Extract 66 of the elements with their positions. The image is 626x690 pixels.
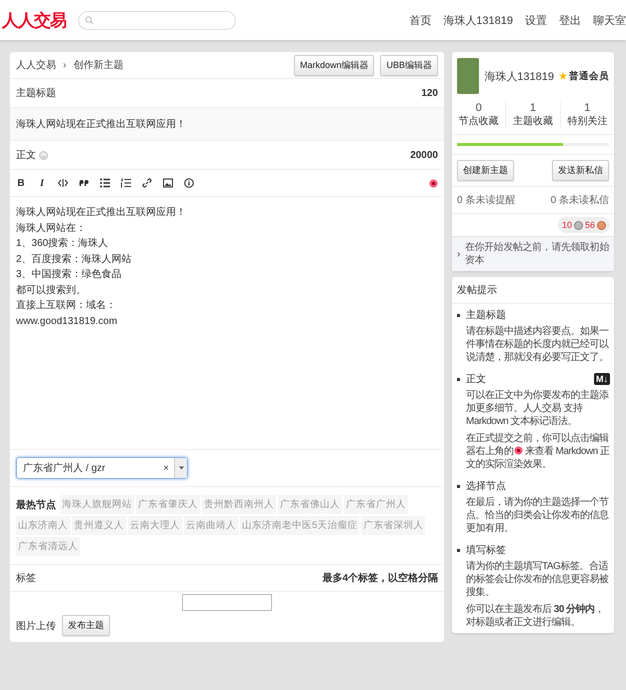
markdown-badge: M↓ xyxy=(594,373,610,385)
breadcrumb-item: 创作新主题 xyxy=(73,58,124,72)
breadcrumb-item[interactable]: 人人交易 xyxy=(16,58,56,72)
breadcrumb-separator: › xyxy=(63,60,66,70)
stat-count[interactable]: 0 xyxy=(476,102,482,114)
quote-icon[interactable] xyxy=(79,178,89,188)
tip-text: 在正式提交之前，你可以点击编辑器右上角的 来查看 Markdown 正文的实际渲染效果。 xyxy=(466,432,610,471)
bold-button[interactable]: B xyxy=(16,178,26,188)
tips-title: 发帖提示 xyxy=(452,277,614,304)
star-icon xyxy=(559,72,567,80)
tip-heading: 主题标题 xyxy=(466,308,506,322)
stat-count[interactable]: 1 xyxy=(530,102,536,114)
italic-button[interactable]: I xyxy=(37,178,47,188)
unread-count[interactable]: 0 条未读提醒 xyxy=(457,193,516,207)
field-label: 正文 xyxy=(16,148,36,162)
editor-switch-button[interactable]: UBB编辑器 xyxy=(380,54,438,76)
code-icon[interactable] xyxy=(58,178,68,188)
action-button[interactable]: 发送新私信 xyxy=(552,160,609,181)
tip-text: 可以在正文中为你要发布的主题添加更多细节。人人交易 支持 Markdown 文本标记语法。 xyxy=(466,389,610,428)
coin-icon xyxy=(597,220,606,230)
search-field[interactable] xyxy=(78,10,236,30)
editor-switch-button[interactable]: Markdown编辑器 xyxy=(294,54,374,76)
coin-icon xyxy=(574,220,583,230)
char-count: 20000 xyxy=(410,150,438,160)
tip-heading: 选择节点 xyxy=(466,480,506,493)
char-count: 120 xyxy=(421,88,438,98)
search-icon xyxy=(85,16,94,24)
info-icon[interactable] xyxy=(184,178,194,188)
tip-text: 在最后，请为你的主题选择一个节点。恰当的归类会让你发布的信息更加有用。 xyxy=(466,496,610,535)
bullet-list-icon[interactable] xyxy=(100,178,110,188)
tags-input[interactable] xyxy=(182,594,272,611)
tip-heading: 正文 xyxy=(466,372,486,386)
username[interactable]: 海珠人131819 xyxy=(484,68,554,84)
submit-button[interactable]: 发布主题 xyxy=(62,615,110,636)
tip-text: 你可以在主题发布后 30 分钟内，对标题或者正文进行编辑。 xyxy=(466,603,606,629)
tip-heading: 填写标签 xyxy=(466,544,506,557)
node-select[interactable]: 广东省广州人 / gzr × xyxy=(16,457,188,479)
nav-link[interactable]: 设置 xyxy=(525,12,547,28)
nav-link[interactable]: 登出 xyxy=(559,12,581,28)
nav-link[interactable]: 聊天室 xyxy=(593,12,626,28)
tip-text: 请在标题中描述内容要点。如果一件事情在标题的长度内就已经可以说清楚，那就没有必要写正文了。 xyxy=(466,325,610,364)
nav-link[interactable]: 海珠人131819 xyxy=(443,12,513,28)
site-logo[interactable]: 人人交易 xyxy=(2,8,66,32)
action-button[interactable]: 创建新主题 xyxy=(457,160,514,181)
field-label: 标签 xyxy=(16,572,36,585)
image-icon[interactable] xyxy=(163,178,173,188)
link-icon[interactable] xyxy=(142,178,152,188)
upload-label: 图片上传 xyxy=(16,620,56,632)
stat-label[interactable]: 主题收藏 xyxy=(512,114,553,128)
stat-count[interactable]: 1 xyxy=(584,102,590,114)
tags-hint: 最多4个标签，以空格分隔 xyxy=(322,572,438,585)
hot-nodes-label: 最热节点 xyxy=(16,498,56,512)
stat-label[interactable]: 特别关注 xyxy=(567,114,608,128)
unread-count[interactable]: 0 条未读私信 xyxy=(550,193,609,207)
balance-badge[interactable]: 10 56 xyxy=(558,217,610,233)
caret-icon xyxy=(178,466,184,470)
field-label: 主题标题 xyxy=(16,86,56,100)
stat-label[interactable]: 节点收藏 xyxy=(458,114,499,128)
avatar-photo-placeholder[interactable] xyxy=(457,58,480,94)
preview-icon[interactable] xyxy=(514,446,522,455)
tip-text: 请为你的主题填写TAG标签。合适的标签会让你发布的信息更容易被搜集。 xyxy=(466,560,610,599)
nav-link[interactable]: 首页 xyxy=(409,12,432,28)
preview-icon[interactable] xyxy=(429,178,438,188)
title-input[interactable]: 海珠人网站现在正式推出互联网应用！ xyxy=(10,108,444,141)
member-rank: 普通会员 xyxy=(569,70,609,82)
numbered-list-icon[interactable] xyxy=(121,178,131,188)
